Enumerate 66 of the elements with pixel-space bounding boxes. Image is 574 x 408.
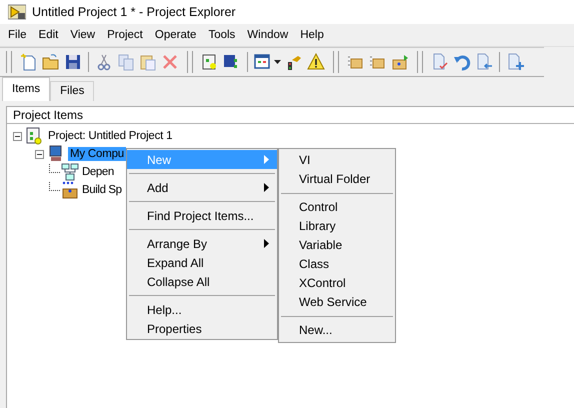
collapse-icon[interactable] (13, 132, 22, 140)
tree-item[interactable]: Build Sp (80, 183, 124, 197)
view-icon[interactable] (254, 53, 272, 71)
menu-item[interactable]: Library (279, 217, 395, 236)
submenu-arrow-icon (264, 155, 269, 164)
document-icon[interactable] (475, 53, 493, 71)
menu-item[interactable]: Edit (32, 29, 64, 41)
menu-item[interactable]: Window (241, 29, 294, 41)
document-check-icon[interactable] (431, 53, 449, 71)
menu-item[interactable]: New... (279, 321, 395, 340)
menu-item[interactable]: Tools (202, 29, 242, 41)
scissors-icon[interactable] (95, 53, 113, 71)
new-file-icon[interactable] (20, 53, 38, 71)
menu-label: Help... (147, 302, 182, 316)
menu-item[interactable]: View (64, 29, 102, 41)
menu-item[interactable]: Class (279, 255, 395, 274)
copy-icon[interactable] (117, 53, 135, 71)
menu-label: Expand All (147, 256, 204, 270)
warning-icon[interactable] (307, 53, 325, 71)
menu-label: Collapse All (147, 274, 210, 288)
menu-label: Arrange By (147, 236, 208, 250)
menu-label: Find Project Items... (147, 208, 254, 222)
menu-item[interactable]: Project (101, 29, 149, 41)
menu-item[interactable]: Operate (148, 29, 202, 41)
submenu-arrow-icon (264, 239, 269, 248)
menu-item[interactable]: Help (294, 29, 330, 41)
menu-item[interactable]: Find Project Items... (127, 206, 277, 225)
menu-label: Add (147, 180, 168, 194)
tab[interactable]: Files (50, 81, 94, 101)
paste-icon[interactable] (139, 53, 157, 71)
menu-item[interactable]: Help... (127, 300, 277, 319)
network-icon (61, 163, 79, 181)
menu-item[interactable]: File (2, 29, 33, 41)
project-icon (26, 127, 42, 145)
column-header: Project Items (7, 107, 574, 124)
tree-item[interactable]: Project: Untitled Project 1 (46, 129, 174, 143)
menu-label: New (147, 152, 172, 166)
undo-icon[interactable] (453, 53, 471, 71)
menu-item[interactable]: XControl (279, 274, 395, 293)
menu-item[interactable]: Arrange By (127, 234, 277, 253)
deploy-icon[interactable] (391, 53, 409, 71)
menu-item[interactable]: Collapse All (127, 272, 277, 291)
caret-icon[interactable] (274, 60, 281, 64)
folder-icon[interactable] (42, 53, 60, 71)
window-title: Untitled Project 1 * - Project Explorer (32, 5, 236, 19)
save-icon[interactable] (64, 53, 82, 71)
tree-item[interactable]: Depen (80, 165, 116, 179)
menu-item[interactable]: Expand All (127, 253, 277, 272)
menu-item[interactable]: Add (127, 178, 277, 197)
app-icon (8, 4, 26, 20)
menu-item[interactable]: Variable (279, 236, 395, 255)
submenu-arrow-icon (264, 183, 269, 192)
add-document-icon[interactable] (506, 53, 524, 71)
tree-item[interactable]: My Compu (68, 147, 126, 161)
collapse-icon[interactable] (35, 150, 44, 158)
menu-item[interactable]: Control (279, 198, 395, 217)
menu-item[interactable]: Virtual Folder (279, 170, 395, 189)
menu-item[interactable]: Web Service (279, 293, 395, 312)
menu-item[interactable]: Properties (127, 319, 277, 338)
menu-item[interactable]: VI (279, 151, 395, 170)
computer-icon (48, 145, 64, 163)
delete-icon[interactable] (161, 53, 179, 71)
menu-label: Properties (147, 322, 202, 336)
box-icon (61, 181, 79, 199)
tab[interactable]: Items (2, 77, 50, 101)
project-icon[interactable] (201, 53, 219, 71)
